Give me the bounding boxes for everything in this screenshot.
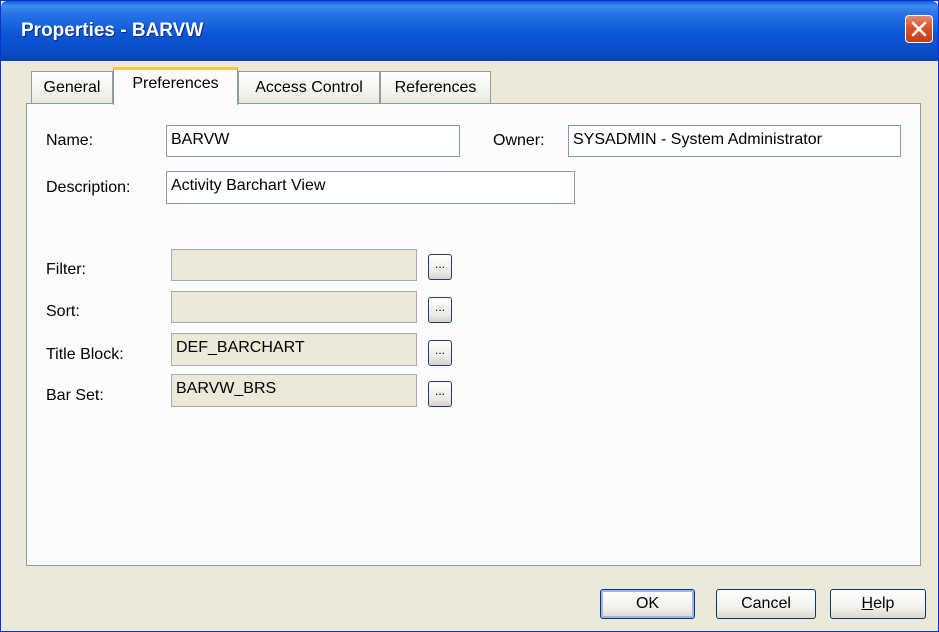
owner-field[interactable]: SYSADMIN - System Administrator [568,125,901,157]
tab-references-label: References [394,79,477,96]
filter-label: Filter: [46,261,86,278]
sort-browse-button[interactable]: ... [428,297,452,323]
window-title: Properties - BARVW [21,20,204,41]
properties-dialog: Properties - BARVW General Preferences A… [0,0,939,632]
filter-field[interactable] [171,249,417,281]
title-block-browse-label: ... [434,343,445,357]
close-icon [911,21,927,37]
tab-access-control[interactable]: Access Control [238,71,380,104]
help-button-label: elp [873,595,895,612]
help-button-mnemonic: H [861,595,874,612]
owner-value: SYSADMIN - System Administrator [573,131,822,148]
title-block-label: Title Block: [46,346,124,363]
sort-label: Sort: [46,303,80,320]
description-label: Description: [46,179,131,196]
tab-preferences-label: Preferences [132,75,219,92]
cancel-button-label: Cancel [741,595,791,612]
name-field[interactable]: BARVW [166,125,460,157]
name-label: Name: [46,132,94,149]
filter-browse-button[interactable]: ... [428,254,452,280]
bar-set-value: BARVW_BRS [176,380,277,397]
bar-set-browse-label: ... [434,384,445,398]
close-button[interactable] [905,15,933,43]
title-block-field[interactable]: DEF_BARCHART [171,333,417,366]
sort-browse-label: ... [434,300,445,314]
bar-set-label: Bar Set: [46,387,104,404]
tab-general[interactable]: General [31,71,113,104]
title-block-browse-button[interactable]: ... [428,340,452,366]
description-value: Activity Barchart View [171,177,326,194]
tab-references[interactable]: References [380,71,491,104]
ok-button-label: OK [635,595,660,612]
sort-field[interactable] [171,291,417,323]
filter-browse-label: ... [434,257,445,271]
title-bar[interactable]: Properties - BARVW [1,1,938,61]
cancel-button[interactable]: Cancel [716,589,816,619]
title-block-value: DEF_BARCHART [176,339,305,356]
help-button[interactable]: Help [830,589,926,619]
tab-preferences[interactable]: Preferences [113,67,238,105]
bar-set-browse-button[interactable]: ... [428,381,452,407]
owner-label: Owner: [493,132,545,149]
tab-access-control-label: Access Control [255,79,363,96]
name-value: BARVW [171,131,230,148]
bar-set-field[interactable]: BARVW_BRS [171,374,417,407]
ok-button[interactable]: OK [600,589,695,619]
description-field[interactable]: Activity Barchart View [166,171,575,204]
tab-general-label: General [43,79,101,96]
